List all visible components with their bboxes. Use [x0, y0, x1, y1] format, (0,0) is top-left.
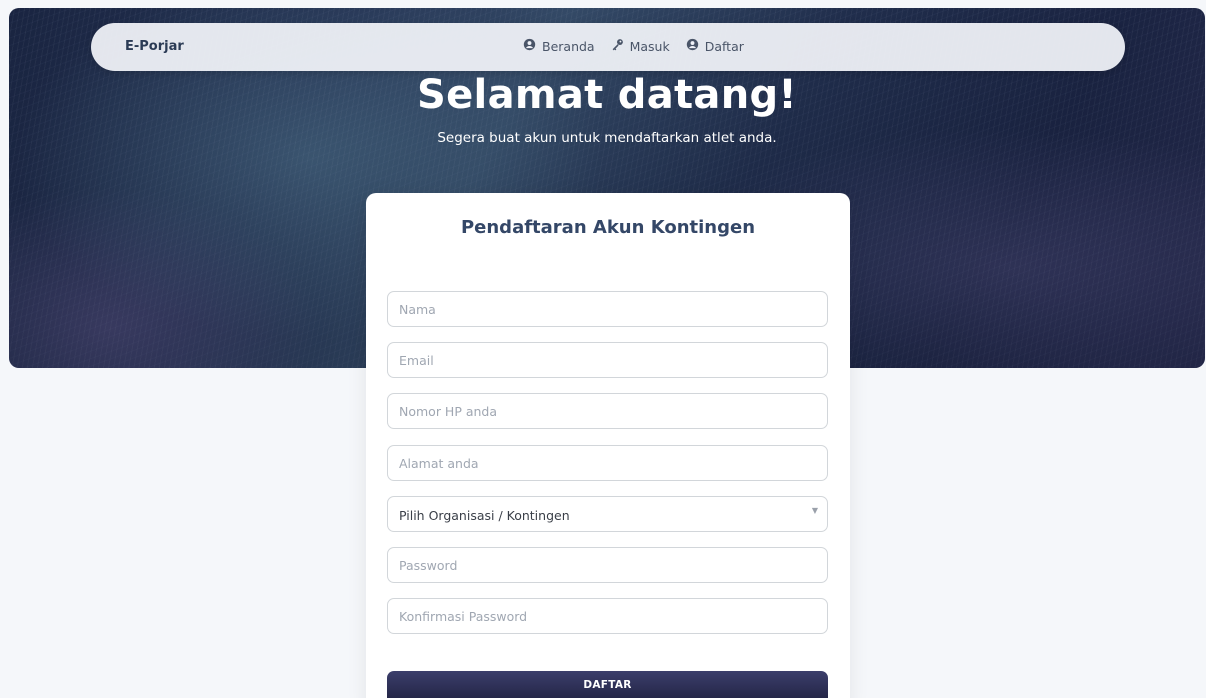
- nav-link-label: Beranda: [542, 38, 595, 54]
- email-input[interactable]: [387, 342, 828, 378]
- organization-select[interactable]: Pilih Organisasi / Kontingen ▼: [387, 496, 828, 532]
- chevron-down-icon: ▼: [811, 506, 818, 515]
- registration-card: Pendaftaran Akun Kontingen Pilih Organis…: [366, 193, 850, 698]
- top-navbar: E-Porjar Beranda Masuk Daftar: [91, 23, 1125, 71]
- register-button[interactable]: DAFTAR: [387, 671, 828, 698]
- phone-input[interactable]: [387, 393, 828, 429]
- user-circle-icon: [523, 38, 536, 54]
- nav-link-label: Daftar: [704, 38, 744, 54]
- form-title: Pendaftaran Akun Kontingen: [460, 217, 756, 238]
- user-circle-icon: [686, 38, 699, 54]
- nav-links: Beranda Masuk Daftar: [523, 38, 744, 54]
- nav-link-daftar[interactable]: Daftar: [686, 38, 744, 54]
- address-input[interactable]: [387, 445, 828, 481]
- register-button-label: DAFTAR: [583, 679, 632, 691]
- organization-select-value: Pilih Organisasi / Kontingen: [399, 508, 570, 523]
- name-input[interactable]: [387, 291, 828, 327]
- nav-link-masuk[interactable]: Masuk: [611, 38, 670, 54]
- password-input[interactable]: [387, 547, 828, 583]
- nav-link-label: Masuk: [629, 38, 670, 54]
- brand-logo-text[interactable]: E-Porjar: [125, 39, 184, 54]
- nav-link-beranda[interactable]: Beranda: [523, 38, 595, 54]
- hero-subtitle: Segera buat akun untuk mendaftarkan atle…: [437, 130, 777, 146]
- confirm-password-input[interactable]: [387, 598, 828, 634]
- key-icon: [611, 38, 624, 54]
- hero-title: Selamat datang!: [417, 72, 797, 118]
